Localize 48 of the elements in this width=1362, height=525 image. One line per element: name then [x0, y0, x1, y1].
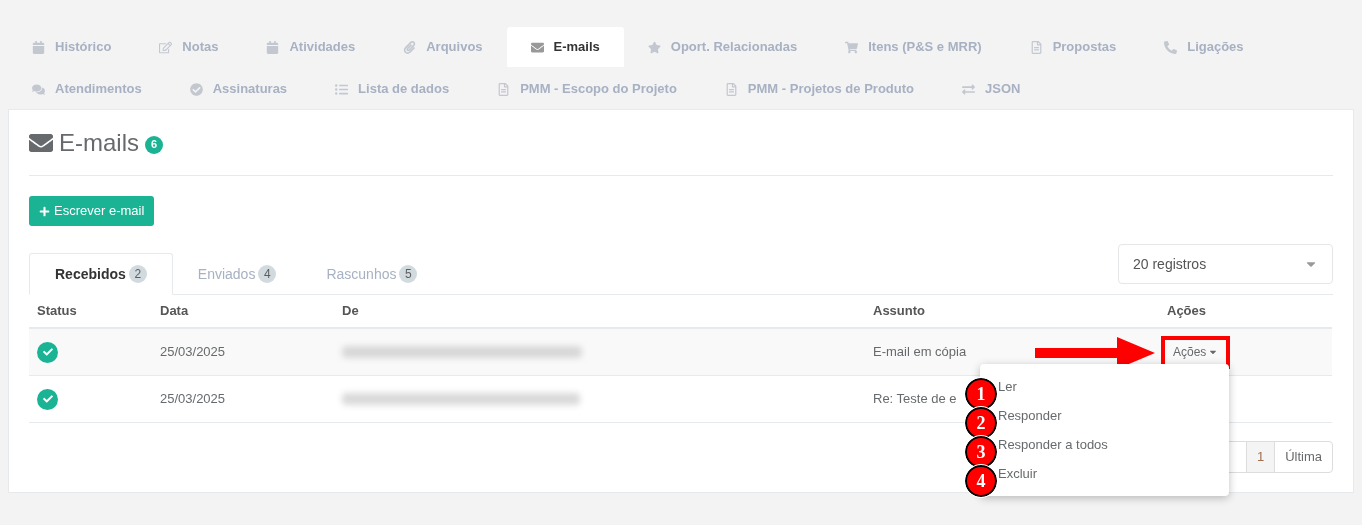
- step-number-marker: 2: [965, 407, 997, 439]
- menu-item[interactable]: Responder: [998, 405, 1062, 426]
- step-number-marker: 3: [965, 436, 997, 468]
- envelope-icon: [530, 40, 544, 54]
- list-icon: [335, 82, 349, 96]
- section-tab[interactable]: Atendimentos: [8, 69, 166, 109]
- menu-item[interactable]: Responder a todos: [998, 434, 1108, 455]
- file-icon: [1029, 40, 1043, 54]
- menu-item[interactable]: Excluir: [998, 463, 1037, 484]
- panel-title: E-mails: [59, 127, 139, 158]
- pagination-button[interactable]: 1: [1246, 442, 1276, 472]
- section-tab[interactable]: PMM - Escopo do Projeto: [473, 69, 701, 109]
- chat-icon: [32, 82, 45, 96]
- section-tab[interactable]: Atividades: [242, 27, 380, 67]
- section-tab[interactable]: JSON: [938, 69, 1045, 109]
- section-tab[interactable]: Assinaturas: [165, 69, 312, 109]
- calendar-icon: [32, 40, 45, 54]
- mail-tab[interactable]: Enviados 4: [172, 253, 302, 295]
- phone-icon: [1164, 40, 1178, 54]
- plus-icon: [39, 205, 50, 217]
- star-icon: [647, 40, 661, 54]
- mail-tab[interactable]: Rascunhos 5: [301, 253, 443, 295]
- section-tab[interactable]: Ligações: [1140, 27, 1268, 67]
- cart-icon: [845, 40, 859, 54]
- count-badge: 6: [145, 135, 163, 154]
- pagination-button[interactable]: Última: [1275, 442, 1332, 472]
- date-cell: 25/03/2025: [152, 376, 334, 423]
- menu-item[interactable]: Ler: [998, 376, 1017, 397]
- file-icon: [724, 82, 738, 96]
- section-tab[interactable]: E-mails: [506, 27, 624, 67]
- file-icon: [497, 82, 511, 96]
- section-tab[interactable]: PMM - Projetos de Produto: [700, 69, 938, 109]
- paperclip-icon: [403, 40, 417, 54]
- section-tab[interactable]: Lista de dados: [311, 69, 474, 109]
- step-number-marker: 1: [965, 378, 997, 410]
- step-number-marker: 4: [965, 465, 997, 497]
- page-size-select[interactable]: 20 registros: [1118, 244, 1333, 284]
- edit-icon: [159, 40, 173, 54]
- section-tab[interactable]: Arquivos: [379, 27, 507, 67]
- section-tab[interactable]: Oport. Relacionadas: [623, 27, 822, 67]
- section-tab[interactable]: Propostas: [1005, 27, 1141, 67]
- section-tab[interactable]: Notas: [135, 27, 243, 67]
- exchange-icon: [962, 82, 975, 96]
- section-tab[interactable]: Itens (P&S e MRR): [821, 27, 1006, 67]
- compose-button[interactable]: Escrever e-mail: [29, 196, 155, 226]
- mail-tab[interactable]: Recebidos 2: [29, 253, 173, 295]
- calendar-icon: [266, 40, 280, 54]
- section-tab[interactable]: Histórico: [8, 27, 136, 67]
